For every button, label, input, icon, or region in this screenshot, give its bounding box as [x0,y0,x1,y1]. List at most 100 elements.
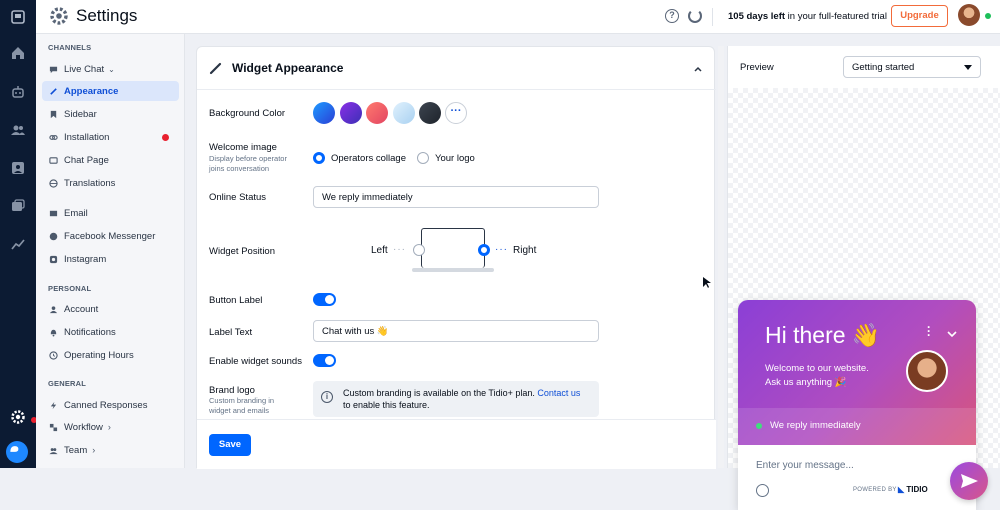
trial-rest: in your full-featured trial [785,11,887,22]
header-divider [712,8,713,26]
widget-appearance-card: Widget Appearance Background Color ··· W… [196,46,716,469]
welcome-image-label: Welcome image [209,142,277,153]
powered-by-label: POWERED BY [853,487,897,493]
chat-page-icon [48,155,58,165]
bot-icon[interactable] [9,83,27,101]
tidio-mark-icon: ◣ [898,485,905,494]
scrollbar[interactable] [718,46,724,468]
dots-right: ··· [495,244,508,255]
inbox-icon[interactable] [9,159,27,177]
widget-status-text: We reply immediately [770,420,861,431]
swatch-light-blue[interactable] [393,102,415,124]
swatch-blue[interactable] [313,102,335,124]
sidebar-item-label: Chat Page [64,154,109,166]
emoji-icon[interactable] [756,484,769,497]
background-color-label: Background Color [209,108,286,119]
operator-avatar [906,350,948,392]
tidio-brand: ◣ TIDIO [898,485,928,494]
sidebar-item-label: Installation [64,131,110,143]
online-status-input[interactable]: We reply immediately [313,186,599,208]
contact-us-link[interactable]: Contact us [537,388,580,398]
sidebar-item-notifications[interactable]: Notifications [42,322,179,342]
mouse-cursor [703,276,711,288]
brush-icon [48,86,58,96]
contacts-icon[interactable] [9,121,27,139]
online-dot [756,423,762,429]
sidebar-item-chat-page[interactable]: Chat Page [42,150,179,170]
sidebar-item-live-chat[interactable]: Live Chat ⌄ [42,59,179,79]
settings-title-gear-icon [49,6,69,26]
card-divider [197,89,716,90]
sidebar-item-sidebar[interactable]: Sidebar [42,104,179,124]
radio-position-left[interactable] [413,244,425,256]
welcome-image-sub1: Display before operator [209,154,287,163]
widget-header: Hi there 👋 · · · Welcome to our website. A… [738,300,976,445]
sidebar-item-label: Appearance [64,85,119,97]
radio-position-right[interactable] [478,244,490,256]
branding-info-part1: Custom branding is available on the Tidi… [343,388,538,398]
help-chat-icon[interactable] [6,441,28,463]
tidio-logo-icon[interactable] [9,8,27,26]
sidebar-item-label: Workflow [64,421,103,433]
branding-info-part2: to enable this feature. [343,400,430,410]
sidebar-item-account[interactable]: Account [42,299,179,319]
analytics-icon[interactable] [9,235,27,253]
sidebar-item-translations[interactable]: Translations [42,173,179,193]
sidebar-item-label: Canned Responses [64,399,148,411]
brand-logo-label: Brand logo [209,385,255,396]
swatch-red[interactable] [366,102,388,124]
card-title: Widget Appearance [232,61,344,75]
sidebar-item-team[interactable]: Team › [42,440,179,460]
preview-label: Preview [740,62,774,73]
trial-days: 105 days left [728,11,786,22]
swatch-purple[interactable] [340,102,362,124]
sidebar-item-instagram[interactable]: Instagram [42,249,179,269]
collapse-chevron-up-icon[interactable] [693,61,703,72]
refresh-icon[interactable] [688,9,702,23]
upgrade-button[interactable]: Upgrade [891,5,948,27]
sidebar-item-label: Facebook Messenger [64,230,156,242]
minimize-chevron-icon[interactable] [946,326,958,338]
widget-sounds-toggle[interactable] [313,354,336,367]
save-label: Save [218,439,242,450]
radio-operators-collage[interactable] [313,152,325,164]
sidebar-item-appearance[interactable]: Appearance [42,81,179,101]
instagram-icon [48,254,58,264]
save-button[interactable]: Save [209,434,251,456]
widget-position-label: Widget Position [209,246,276,257]
sidebar-item-operating-hours[interactable]: Operating Hours [42,345,179,365]
widget-welcome-line1: Welcome to our website. [765,363,869,374]
preview-canvas: Hi there 👋 · · · Welcome to our website. A… [728,88,1000,510]
online-status-label: Online Status [209,192,267,203]
help-icon[interactable]: ? [665,9,679,23]
widget-welcome-line2: Ask us anything 🎉 [765,377,847,388]
more-colors-button[interactable]: ··· [445,102,467,124]
section-heading-personal: PERSONAL [48,284,92,293]
marketing-icon[interactable] [9,197,27,215]
globe-icon [48,178,58,188]
widget-greeting: Hi there 👋 [765,322,881,348]
swatch-dark[interactable] [419,102,441,124]
chevron-down-icon: ⌄ [108,64,115,74]
widget-message-input[interactable]: Enter your message... [756,460,854,471]
sidebar-item-installation[interactable]: Installation [42,127,179,147]
online-status-dot [985,13,991,19]
label-text-input[interactable]: Chat with us 👋 [313,320,599,342]
sidebar-item-label: Operating Hours [64,349,134,361]
settings-gear-icon[interactable] [9,408,27,426]
radio-your-logo[interactable] [417,152,429,164]
dots-left: ··· [393,244,406,255]
avatar[interactable] [958,4,980,26]
button-label-toggle[interactable] [313,293,336,306]
preview-select[interactable]: Getting started [843,56,981,78]
card-footer [197,419,716,469]
sidebar-item-facebook[interactable]: Facebook Messenger [42,226,179,246]
more-vertical-icon[interactable]: · · · [927,321,931,341]
home-icon[interactable] [9,44,27,62]
sidebar-item-workflow[interactable]: Workflow › [42,417,179,437]
brand-logo-sub1: Custom branding in [209,396,275,405]
sidebar-item-email[interactable]: Email [42,203,179,223]
sidebar-item-canned-responses[interactable]: Canned Responses [42,395,179,415]
trial-notice: 105 days left in your full-featured tria… [728,11,887,22]
messenger-icon [48,231,58,241]
